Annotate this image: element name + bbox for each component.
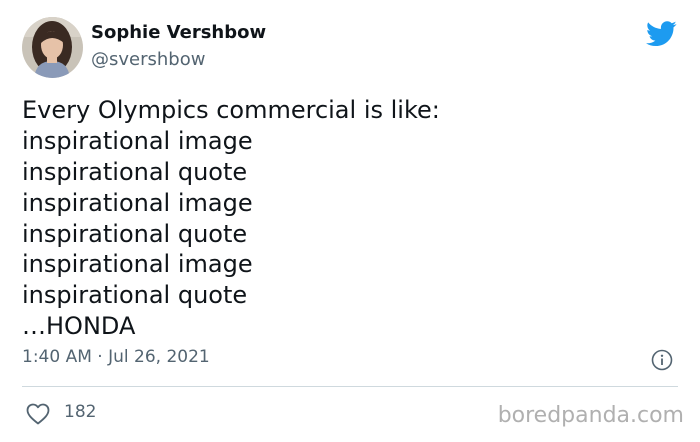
tweet-text-line: Every Olympics commercial is like:	[22, 96, 440, 124]
tweet-timestamp[interactable]: 1:40 AM · Jul 26, 2021	[22, 349, 210, 366]
tweet-text-line: inspirational quote	[22, 281, 248, 310]
tweet-text-line: inspirational quote	[22, 219, 248, 248]
watermark: boredpanda.com	[497, 403, 684, 428]
tweet-text-line: inspirational image	[22, 250, 253, 279]
info-icon[interactable]	[651, 349, 673, 371]
twitter-bird-icon[interactable]	[646, 21, 677, 47]
like-count: 182	[64, 402, 97, 422]
tweet-text-line: inspirational image	[22, 126, 253, 155]
avatar[interactable]	[22, 17, 83, 78]
heart-icon[interactable]	[26, 403, 50, 425]
tweet-text-line: inspirational image	[22, 188, 253, 217]
divider	[22, 386, 678, 387]
tweet-text-line: inspirational quote	[22, 157, 248, 186]
author-display-name[interactable]: Sophie Vershbow	[91, 24, 266, 42]
tweet-text-line: …HONDA	[22, 312, 136, 341]
author-handle[interactable]: @svershbow	[91, 51, 205, 69]
tweet-text: Every Olympics commercial is like: inspi…	[22, 95, 682, 342]
avatar-image	[22, 17, 83, 78]
